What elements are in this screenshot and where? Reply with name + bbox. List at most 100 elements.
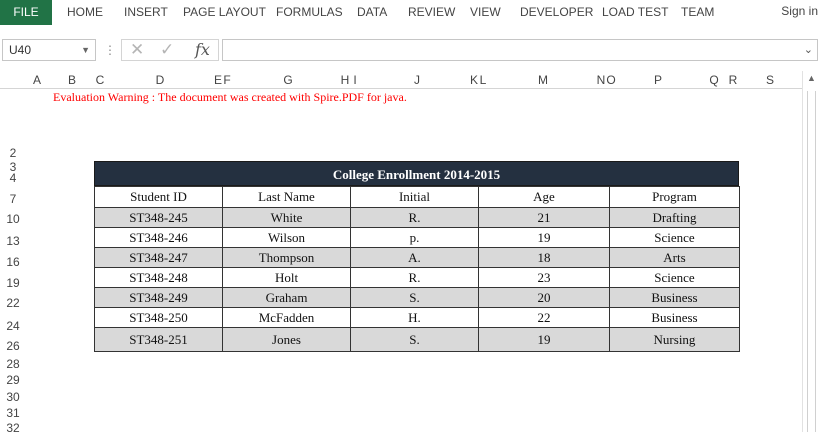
column-header[interactable]: J <box>410 71 424 89</box>
file-tab[interactable]: FILE <box>0 0 52 25</box>
tab-load-test[interactable]: LOAD TEST <box>602 0 668 25</box>
tab-review[interactable]: REVIEW <box>408 0 455 25</box>
formula-input[interactable]: ⌄ <box>222 39 818 61</box>
column-header[interactable]: R <box>727 71 739 89</box>
tab-data[interactable]: DATA <box>357 0 387 25</box>
scroll-track[interactable] <box>807 91 816 432</box>
row-header[interactable]: 10 <box>0 212 26 226</box>
header-initial[interactable]: Initial <box>350 186 479 208</box>
column-header[interactable]: I <box>351 71 359 89</box>
cell-program[interactable]: Drafting <box>609 207 740 228</box>
column-header[interactable]: M <box>536 71 550 89</box>
cell-initial[interactable]: A. <box>350 247 479 268</box>
row-header[interactable]: 16 <box>0 255 26 269</box>
cell-initial[interactable]: H. <box>350 307 479 328</box>
tab-insert[interactable]: INSERT <box>124 0 168 25</box>
scroll-up-icon[interactable]: ▲ <box>807 73 816 83</box>
insert-function-icon[interactable]: fx <box>195 39 210 61</box>
cell-student-id[interactable]: ST348-245 <box>94 207 223 228</box>
cell-program[interactable]: Science <box>609 227 740 248</box>
row-header[interactable]: 22 <box>0 296 26 310</box>
column-header[interactable]: O <box>606 71 616 89</box>
tab-home[interactable]: HOME <box>67 0 103 25</box>
cell-last-name[interactable]: Holt <box>222 267 351 288</box>
cell-program[interactable]: Arts <box>609 247 740 268</box>
cell-initial[interactable]: R. <box>350 267 479 288</box>
row-header[interactable]: 30 <box>0 390 26 404</box>
row-header[interactable]: 26 <box>0 339 26 353</box>
column-header[interactable]: Q <box>708 71 720 89</box>
tab-formulas[interactable]: FORMULAS <box>276 0 343 25</box>
column-header[interactable]: B <box>65 71 79 89</box>
cell-age[interactable]: 18 <box>478 247 610 268</box>
enrollment-table: College Enrollment 2014-2015 Student ID … <box>94 161 740 352</box>
cell-age[interactable]: 21 <box>478 207 610 228</box>
sign-in-link[interactable]: Sign in <box>781 0 820 22</box>
row-header[interactable]: 29 <box>0 373 26 387</box>
header-student-id[interactable]: Student ID <box>94 186 223 208</box>
header-last-name[interactable]: Last Name <box>222 186 351 208</box>
cell-age[interactable]: 22 <box>478 307 610 328</box>
ribbon-tab-bar: FILE HOME INSERT PAGE LAYOUT FORMULAS DA… <box>0 0 820 26</box>
cell-student-id[interactable]: ST348-251 <box>94 327 223 352</box>
cell-last-name[interactable]: White <box>222 207 351 228</box>
table-row: ST348-245 White R. 21 Drafting <box>94 207 740 228</box>
cell-last-name[interactable]: Jones <box>222 327 351 352</box>
cell-age[interactable]: 20 <box>478 287 610 308</box>
column-header[interactable]: S <box>763 71 777 89</box>
header-program[interactable]: Program <box>609 186 740 208</box>
expand-formula-icon[interactable]: ⌄ <box>804 40 813 60</box>
cell-last-name[interactable]: McFadden <box>222 307 351 328</box>
cell-initial[interactable]: p. <box>350 227 479 248</box>
cell-initial[interactable]: R. <box>350 207 479 228</box>
column-header[interactable]: F <box>222 71 232 89</box>
cell-program[interactable]: Business <box>609 287 740 308</box>
cell-initial[interactable]: S. <box>350 287 479 308</box>
table-title[interactable]: College Enrollment 2014-2015 <box>94 161 739 186</box>
cell-student-id[interactable]: ST348-250 <box>94 307 223 328</box>
tab-team[interactable]: TEAM <box>681 0 714 25</box>
tab-developer[interactable]: DEVELOPER <box>520 0 593 25</box>
vertical-scrollbar[interactable]: ▲ <box>802 71 820 432</box>
formula-bar: U40 ▼ ⋮ ✕ ✓ fx ⌄ <box>0 38 820 64</box>
column-header[interactable]: N <box>596 71 606 89</box>
cell-age[interactable]: 19 <box>478 227 610 248</box>
row-header[interactable]: 7 <box>0 192 26 206</box>
chevron-down-icon[interactable]: ▼ <box>81 40 90 60</box>
column-header[interactable]: P <box>651 71 665 89</box>
column-header[interactable]: D <box>153 71 167 89</box>
cell-last-name[interactable]: Wilson <box>222 227 351 248</box>
row-header[interactable]: 19 <box>0 276 26 290</box>
row-header[interactable]: 31 <box>0 406 26 420</box>
row-header[interactable]: 2 <box>0 146 26 160</box>
header-age[interactable]: Age <box>478 186 610 208</box>
cell-program[interactable]: Science <box>609 267 740 288</box>
cell-last-name[interactable]: Thompson <box>222 247 351 268</box>
cell-program[interactable]: Business <box>609 307 740 328</box>
cell-last-name[interactable]: Graham <box>222 287 351 308</box>
name-box[interactable]: U40 ▼ <box>2 39 96 61</box>
cell-initial[interactable]: S. <box>350 327 479 352</box>
column-header[interactable]: C <box>93 71 107 89</box>
row-header[interactable]: 28 <box>0 357 26 371</box>
tab-view[interactable]: VIEW <box>470 0 501 25</box>
cell-student-id[interactable]: ST348-249 <box>94 287 223 308</box>
column-header[interactable]: G <box>281 71 295 89</box>
column-header[interactable]: L <box>478 71 488 89</box>
column-header[interactable]: A <box>30 71 44 89</box>
row-header[interactable]: 13 <box>0 234 26 248</box>
row-header[interactable]: 4 <box>0 171 26 185</box>
cell-student-id[interactable]: ST348-246 <box>94 227 223 248</box>
table-row: ST348-246 Wilson p. 19 Science <box>94 227 740 248</box>
check-icon[interactable]: ✓ <box>160 40 174 60</box>
cell-age[interactable]: 19 <box>478 327 610 352</box>
column-header[interactable]: H <box>340 71 350 89</box>
row-header[interactable]: 32 <box>0 421 26 432</box>
cell-program[interactable]: Nursing <box>609 327 740 352</box>
tab-page-layout[interactable]: PAGE LAYOUT <box>183 0 266 25</box>
cell-student-id[interactable]: ST348-247 <box>94 247 223 268</box>
row-header[interactable]: 24 <box>0 319 26 333</box>
cell-student-id[interactable]: ST348-248 <box>94 267 223 288</box>
cancel-icon[interactable]: ✕ <box>130 40 144 60</box>
cell-age[interactable]: 23 <box>478 267 610 288</box>
